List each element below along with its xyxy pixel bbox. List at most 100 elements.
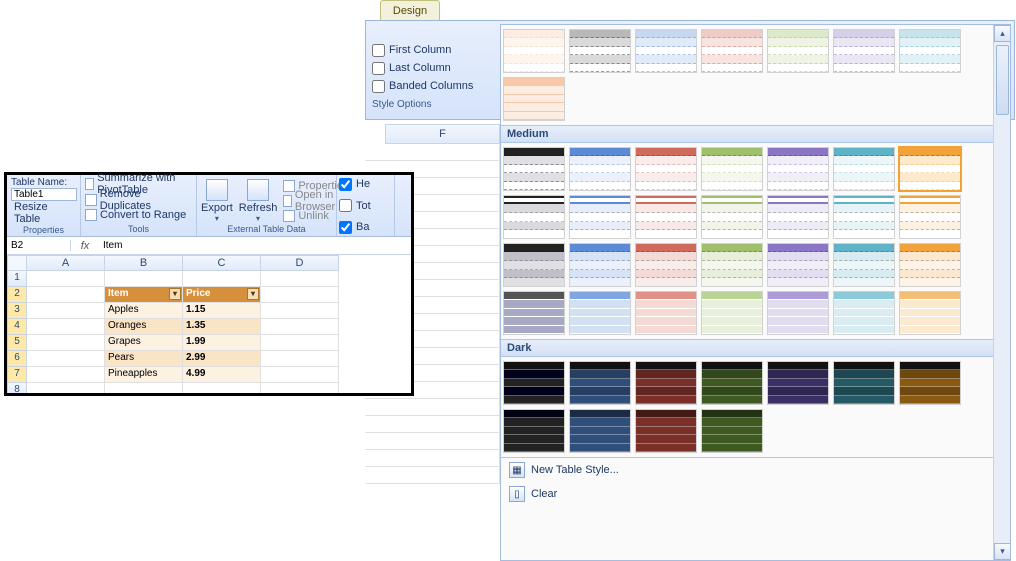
scroll-down-button[interactable]: ▾: [994, 543, 1011, 560]
style-thumb[interactable]: [635, 291, 697, 335]
row-header[interactable]: 2: [7, 287, 27, 303]
style-thumb[interactable]: [899, 291, 961, 335]
banded-rows-check[interactable]: Ba: [339, 220, 392, 234]
style-thumb[interactable]: [569, 243, 631, 287]
style-thumb[interactable]: [635, 29, 697, 73]
style-thumb[interactable]: [503, 243, 565, 287]
cell[interactable]: Pears: [105, 351, 183, 367]
table-name-input[interactable]: [11, 188, 77, 201]
cell[interactable]: Item▾: [105, 287, 183, 303]
style-thumb[interactable]: [899, 147, 961, 191]
banded-columns-check[interactable]: Banded Columns: [372, 77, 500, 95]
cell[interactable]: 4.99: [183, 367, 261, 383]
style-thumb[interactable]: [503, 361, 565, 405]
style-thumb[interactable]: [701, 361, 763, 405]
header-row-check[interactable]: He: [339, 177, 392, 191]
style-thumb[interactable]: [503, 77, 565, 121]
style-thumb[interactable]: [767, 147, 829, 191]
style-thumb[interactable]: [833, 29, 895, 73]
style-thumb[interactable]: [701, 29, 763, 73]
style-thumb[interactable]: [701, 147, 763, 191]
style-thumb[interactable]: [569, 361, 631, 405]
refresh-button[interactable]: Refresh▾: [239, 179, 278, 223]
last-column-check[interactable]: Last Column: [372, 59, 500, 77]
cell[interactable]: Grapes: [105, 335, 183, 351]
new-table-style-button[interactable]: ▦ New Table Style...: [501, 458, 993, 482]
cell[interactable]: [261, 271, 339, 287]
col-b[interactable]: B: [105, 255, 183, 271]
style-thumb[interactable]: [635, 409, 697, 453]
scroll-up-button[interactable]: ▴: [994, 25, 1011, 42]
filter-dropdown[interactable]: ▾: [247, 288, 259, 300]
filter-dropdown[interactable]: ▾: [169, 288, 181, 300]
style-thumb[interactable]: [899, 29, 961, 73]
cell[interactable]: [183, 383, 261, 393]
cell[interactable]: [27, 303, 105, 319]
cell[interactable]: [27, 367, 105, 383]
cell[interactable]: 2.99: [183, 351, 261, 367]
style-thumb[interactable]: [701, 291, 763, 335]
style-thumb[interactable]: [503, 29, 565, 73]
column-header-f[interactable]: F: [385, 124, 500, 144]
style-thumb[interactable]: [635, 147, 697, 191]
col-c[interactable]: C: [183, 255, 261, 271]
style-thumb[interactable]: [569, 147, 631, 191]
cell[interactable]: [27, 287, 105, 303]
cell[interactable]: Oranges: [105, 319, 183, 335]
col-d[interactable]: D: [261, 255, 339, 271]
style-options-label[interactable]: Style Options: [372, 99, 500, 110]
style-thumb[interactable]: [635, 243, 697, 287]
cell[interactable]: [261, 303, 339, 319]
tab-design[interactable]: Design: [380, 0, 440, 20]
style-thumb[interactable]: [767, 195, 829, 239]
cell[interactable]: [261, 335, 339, 351]
style-thumb[interactable]: [701, 409, 763, 453]
style-thumb[interactable]: [503, 291, 565, 335]
cell[interactable]: [27, 383, 105, 393]
row-header[interactable]: 7: [7, 367, 27, 383]
cell[interactable]: [105, 271, 183, 287]
style-thumb[interactable]: [767, 361, 829, 405]
style-thumb[interactable]: [767, 29, 829, 73]
cell[interactable]: Pineapples: [105, 367, 183, 383]
worksheet-grid[interactable]: A B C D 12Item▾Price▾3Apples1.154Oranges…: [7, 255, 411, 393]
clear-style-button[interactable]: ▯ Clear: [501, 482, 993, 506]
cell[interactable]: 1.15: [183, 303, 261, 319]
row-header[interactable]: 6: [7, 351, 27, 367]
cell[interactable]: [261, 287, 339, 303]
row-header[interactable]: 5: [7, 335, 27, 351]
style-thumb[interactable]: [899, 361, 961, 405]
name-box[interactable]: B2: [7, 240, 71, 251]
style-thumb[interactable]: [635, 195, 697, 239]
convert-to-range-button[interactable]: Convert to Range: [85, 208, 192, 222]
style-thumb[interactable]: [767, 291, 829, 335]
style-thumb[interactable]: [503, 409, 565, 453]
style-thumb[interactable]: [569, 195, 631, 239]
style-thumb[interactable]: [767, 243, 829, 287]
col-a[interactable]: A: [27, 255, 105, 271]
total-row-check[interactable]: Tot: [339, 199, 392, 213]
style-thumb[interactable]: [701, 243, 763, 287]
cell[interactable]: [27, 351, 105, 367]
style-thumb[interactable]: [899, 243, 961, 287]
cell[interactable]: [183, 271, 261, 287]
gallery-scrollbar[interactable]: ▴ ▾: [993, 25, 1010, 560]
cell[interactable]: [261, 383, 339, 393]
formula-value[interactable]: Item: [99, 240, 411, 251]
row-header[interactable]: 1: [7, 271, 27, 287]
cell[interactable]: Price▾: [183, 287, 261, 303]
row-header[interactable]: 4: [7, 319, 27, 335]
cell[interactable]: [27, 271, 105, 287]
style-thumb[interactable]: [635, 361, 697, 405]
cell[interactable]: 1.35: [183, 319, 261, 335]
cell[interactable]: [27, 319, 105, 335]
cell[interactable]: 1.99: [183, 335, 261, 351]
cell[interactable]: [261, 351, 339, 367]
style-thumb[interactable]: [833, 291, 895, 335]
resize-table-button[interactable]: Resize Table: [11, 201, 76, 225]
first-column-check[interactable]: First Column: [372, 41, 500, 59]
style-thumb[interactable]: [569, 291, 631, 335]
remove-duplicates-button[interactable]: Remove Duplicates: [85, 193, 192, 207]
scroll-thumb[interactable]: [996, 45, 1009, 115]
style-thumb[interactable]: [569, 409, 631, 453]
